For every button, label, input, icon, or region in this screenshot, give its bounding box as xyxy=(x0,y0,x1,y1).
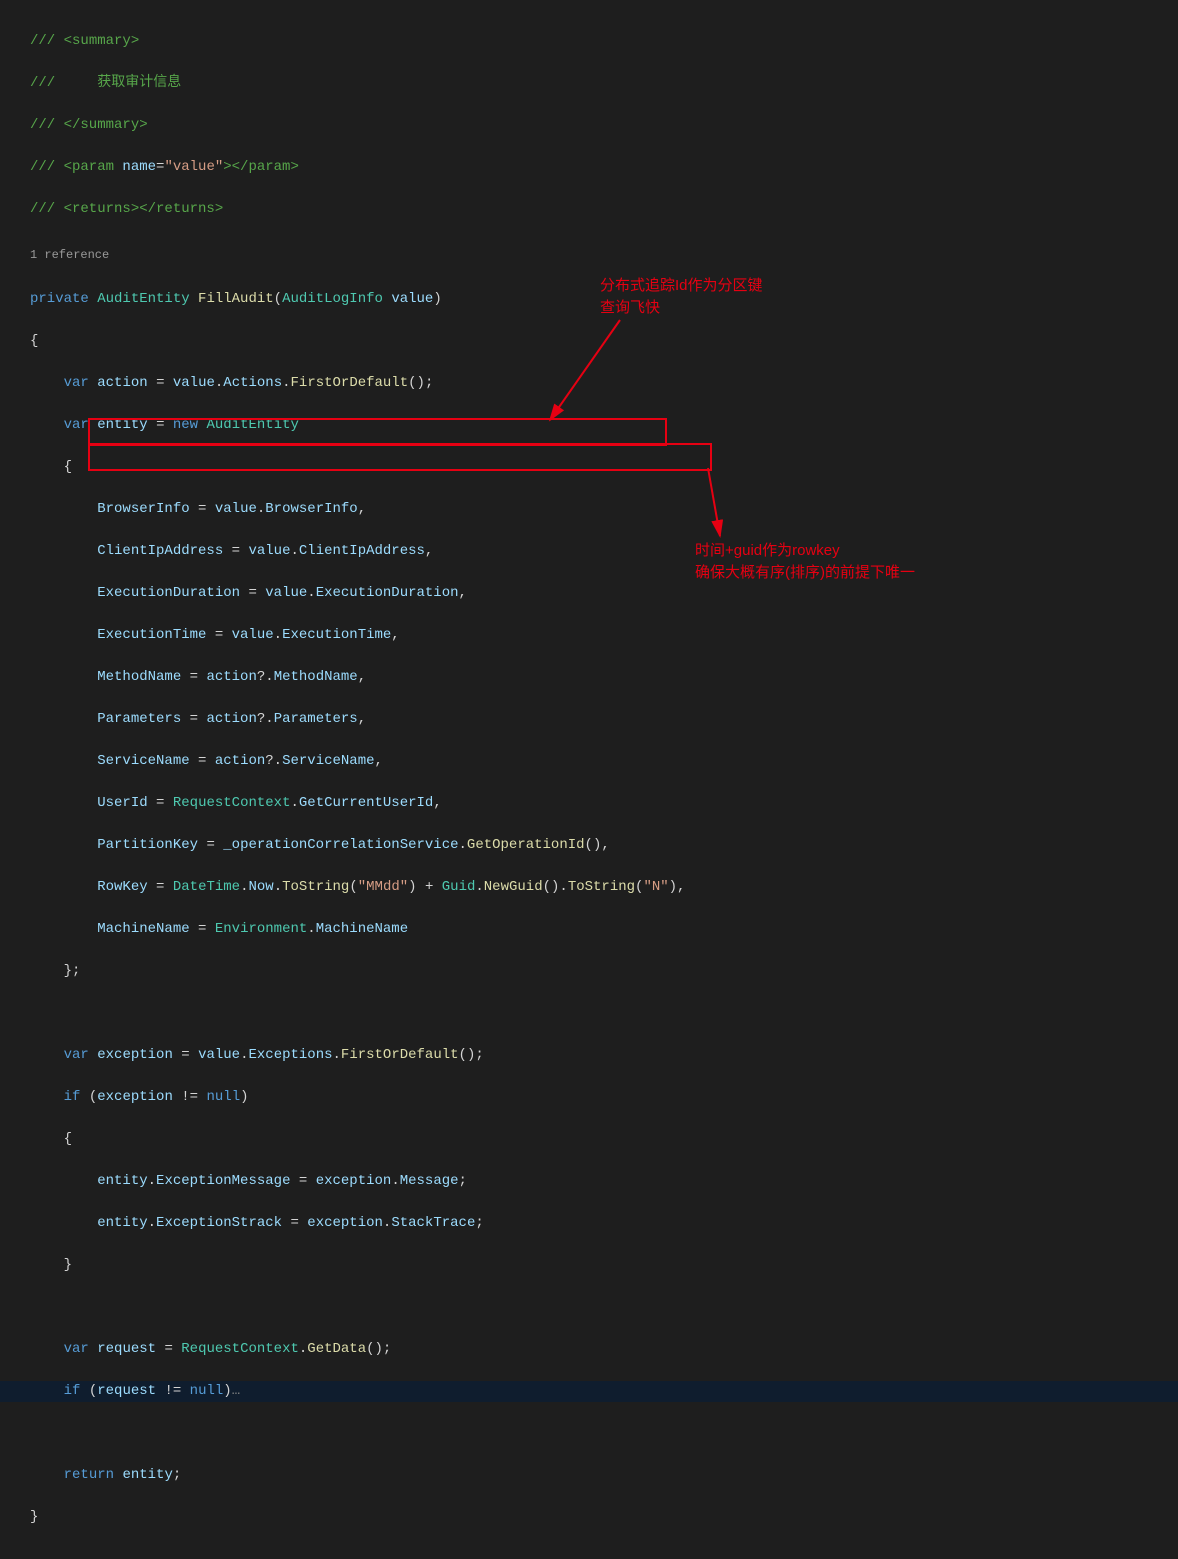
exc-message: entity.ExceptionMessage = exception.Mess… xyxy=(30,1171,1148,1192)
init-rowkey: RowKey = DateTime.Now.ToString("MMdd") +… xyxy=(30,877,1148,898)
init-close: }; xyxy=(30,961,1148,982)
if-exception: if (exception != null) xyxy=(30,1087,1148,1108)
method-signature: private AuditEntity FillAudit(AuditLogIn… xyxy=(30,289,1148,310)
xml-doc-summary-open: /// <summary> xyxy=(30,31,1148,52)
init-servicename: ServiceName = action?.ServiceName, xyxy=(30,751,1148,772)
xml-doc-returns: /// <returns></returns> xyxy=(30,199,1148,220)
init-userid: UserId = RequestContext.GetCurrentUserId… xyxy=(30,793,1148,814)
if-request: if (request != null)… xyxy=(0,1381,1178,1402)
init-execduration: ExecutionDuration = value.ExecutionDurat… xyxy=(30,583,1148,604)
init-browserinfo: BrowserInfo = value.BrowserInfo, xyxy=(30,499,1148,520)
if-close: } xyxy=(30,1255,1148,1276)
if-open: { xyxy=(30,1129,1148,1150)
blank2 xyxy=(30,1297,1148,1318)
exception-decl: var exception = value.Exceptions.FirstOr… xyxy=(30,1045,1148,1066)
action-decl: var action = value.Actions.FirstOrDefaul… xyxy=(30,373,1148,394)
request-decl: var request = RequestContext.GetData(); xyxy=(30,1339,1148,1360)
brace-open: { xyxy=(30,331,1148,352)
return: return entity; xyxy=(30,1465,1148,1486)
xml-doc-summary-text: /// 获取审计信息 xyxy=(30,73,1148,94)
init-machinename: MachineName = Environment.MachineName xyxy=(30,919,1148,940)
brace-close: } xyxy=(30,1507,1148,1528)
codelens-references[interactable]: 1 reference xyxy=(30,245,1148,266)
code-editor[interactable]: /// <summary> /// 获取审计信息 /// </summary> … xyxy=(0,0,1178,1559)
blank xyxy=(30,1003,1148,1024)
exc-stack: entity.ExceptionStrack = exception.Stack… xyxy=(30,1213,1148,1234)
init-open: { xyxy=(30,457,1148,478)
init-clientip: ClientIpAddress = value.ClientIpAddress, xyxy=(30,541,1148,562)
init-methodname: MethodName = action?.MethodName, xyxy=(30,667,1148,688)
entity-decl: var entity = new AuditEntity xyxy=(30,415,1148,436)
init-parameters: Parameters = action?.Parameters, xyxy=(30,709,1148,730)
init-partitionkey: PartitionKey = _operationCorrelationServ… xyxy=(30,835,1148,856)
init-exectime: ExecutionTime = value.ExecutionTime, xyxy=(30,625,1148,646)
xml-doc-param: /// <param name="value"></param> xyxy=(30,157,1148,178)
blank3 xyxy=(30,1423,1148,1444)
xml-doc-summary-close: /// </summary> xyxy=(30,115,1148,136)
